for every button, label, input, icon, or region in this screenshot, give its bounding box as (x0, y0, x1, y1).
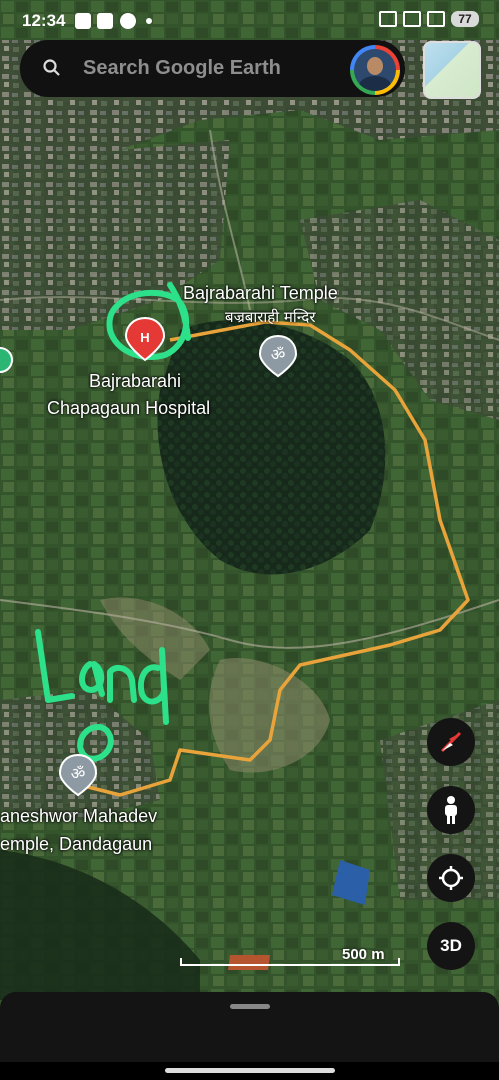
wifi-icon (403, 11, 421, 27)
dandagaun-temple-label-line1[interactable]: aneshwor Mahadev (0, 806, 157, 827)
temple-label[interactable]: Bajrabarahi Temple (183, 283, 338, 304)
om-icon: ॐ (71, 764, 86, 783)
3d-toggle-button[interactable]: 3D (427, 922, 475, 970)
status-bar: 12:34 77 (0, 0, 499, 40)
home-gesture-bar[interactable] (165, 1068, 335, 1073)
hospital-label-line2[interactable]: Chapagaun Hospital (47, 398, 210, 419)
signal-icon (427, 11, 445, 27)
drag-handle[interactable] (230, 1004, 270, 1009)
temple-label-nepali: बज्रबाराही मन्दिर (225, 308, 316, 326)
search-icon (43, 59, 60, 76)
search-placeholder: Search Google Earth (83, 57, 281, 79)
compass-button[interactable] (427, 718, 475, 766)
search-bar[interactable]: Search Google Earth (20, 40, 405, 97)
notification-icon (97, 13, 113, 29)
profile-avatar[interactable] (350, 45, 400, 95)
satellite-map[interactable]: H ॐ ॐ (0, 0, 499, 1080)
more-notifications-dot (146, 18, 152, 24)
hospital-label-line1[interactable]: Bajrabarahi (89, 371, 181, 392)
street-view-button[interactable] (427, 786, 475, 834)
hospital-icon: H (140, 330, 149, 345)
battery-icon: 77 (451, 11, 479, 27)
dandagaun-temple-label-line2[interactable]: emple, Dandagaun (0, 834, 152, 855)
locate-icon (439, 866, 463, 890)
scale-label: 500 m (342, 946, 385, 963)
status-time: 12:34 (22, 11, 66, 30)
compass-icon (440, 731, 462, 753)
bottom-sheet[interactable] (0, 992, 499, 1062)
om-icon: ॐ (271, 345, 286, 364)
map-scale: 500 m (180, 944, 400, 972)
person-icon (445, 796, 457, 824)
system-nav-bar (0, 1062, 499, 1080)
locate-button[interactable] (427, 854, 475, 902)
map-style-thumbnail[interactable] (423, 41, 481, 99)
notification-icon (75, 13, 91, 29)
mute-icon (379, 11, 397, 27)
notification-icon (120, 13, 136, 29)
